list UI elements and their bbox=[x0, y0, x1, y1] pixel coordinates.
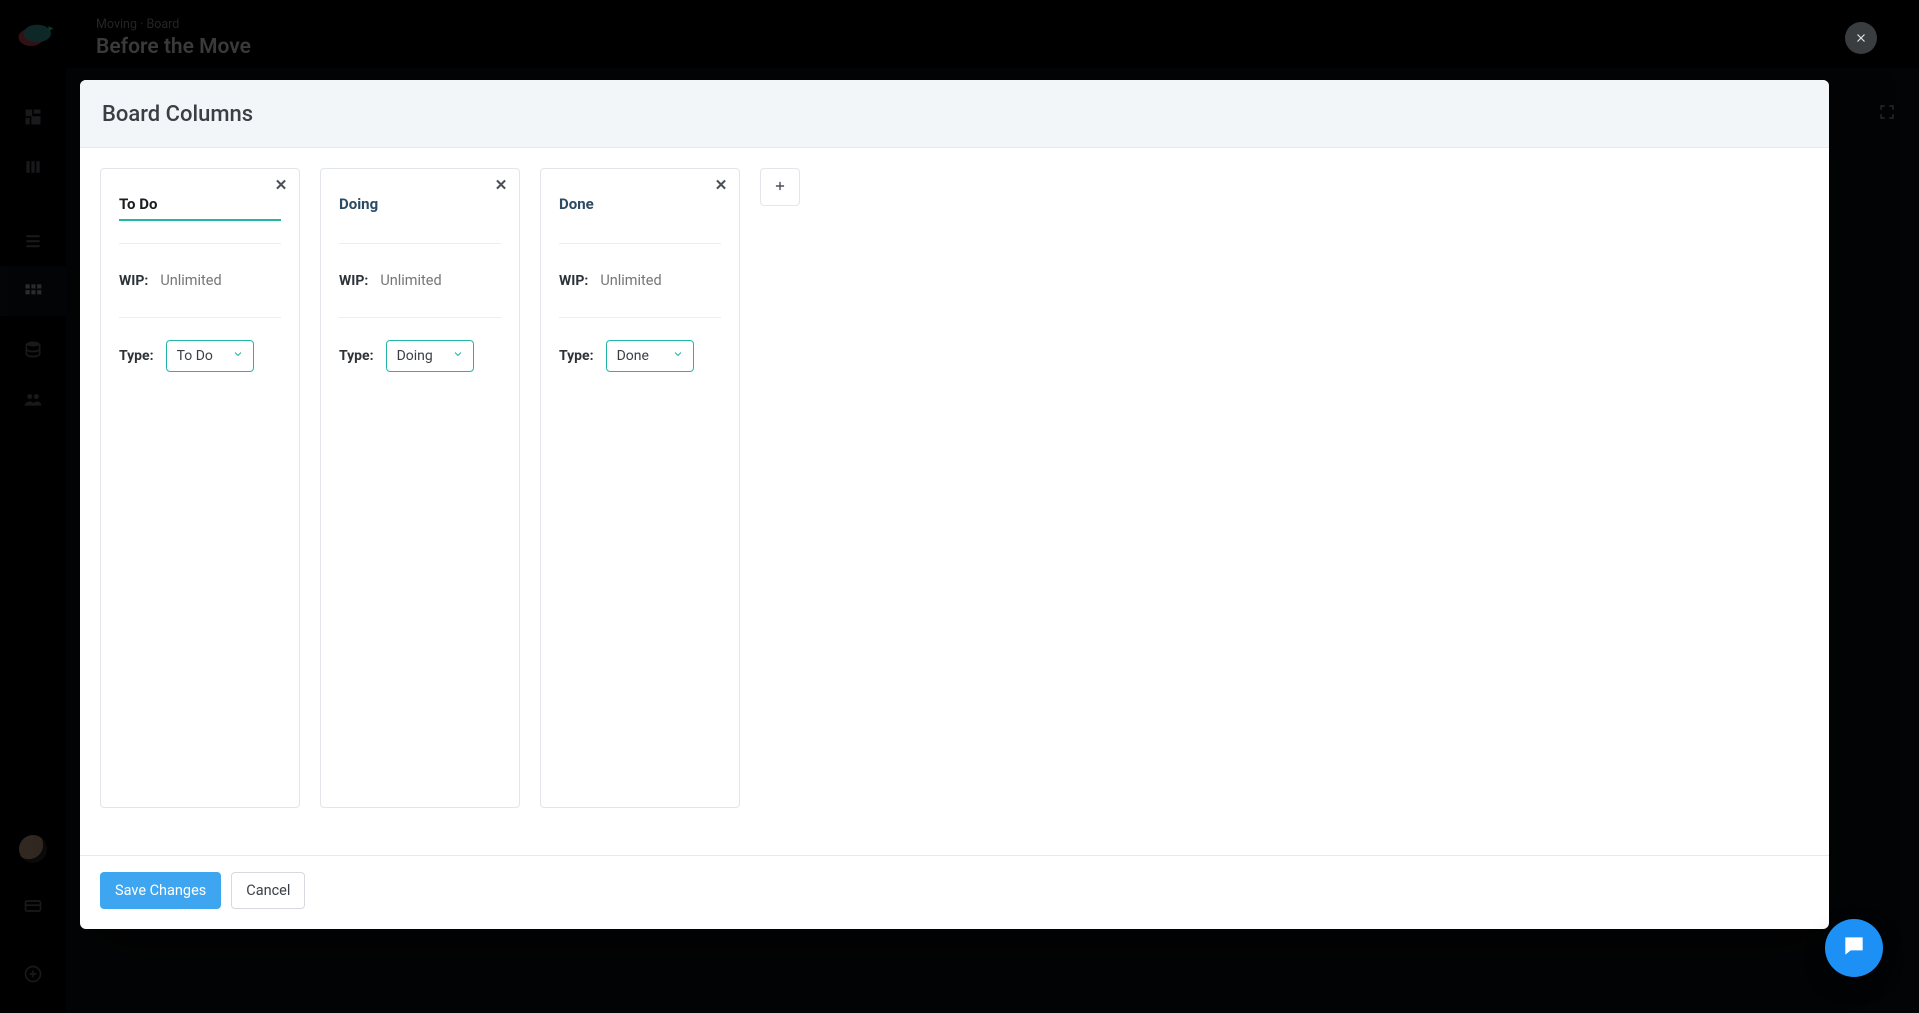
type-select-value: Doing bbox=[397, 348, 433, 364]
chevron-down-icon bbox=[452, 348, 464, 364]
column-type-select[interactable]: To Do bbox=[166, 340, 254, 372]
plus-icon bbox=[773, 178, 787, 197]
chat-icon bbox=[1841, 933, 1867, 963]
column-type-select[interactable]: Done bbox=[606, 340, 694, 372]
type-label: Type: bbox=[339, 348, 374, 364]
close-icon bbox=[1855, 29, 1867, 48]
wip-input[interactable] bbox=[600, 266, 700, 295]
wip-label: WIP: bbox=[119, 273, 148, 289]
type-label: Type: bbox=[559, 348, 594, 364]
remove-column-button[interactable]: ✕ bbox=[493, 177, 509, 193]
modal-title: Board Columns bbox=[80, 80, 1829, 148]
column-type-select[interactable]: Doing bbox=[386, 340, 474, 372]
remove-column-button[interactable]: ✕ bbox=[273, 177, 289, 193]
wip-label: WIP: bbox=[339, 273, 368, 289]
wip-label: WIP: bbox=[559, 273, 588, 289]
column-name-input[interactable] bbox=[559, 189, 721, 221]
wip-input[interactable] bbox=[160, 266, 260, 295]
modal-body: ✕ WIP: Type: To Do bbox=[80, 148, 1829, 855]
type-select-value: Done bbox=[617, 348, 649, 364]
type-select-value: To Do bbox=[177, 348, 213, 364]
chevron-down-icon bbox=[232, 348, 244, 364]
close-modal-button[interactable] bbox=[1845, 22, 1877, 54]
column-name-input[interactable] bbox=[119, 189, 281, 221]
type-label: Type: bbox=[119, 348, 154, 364]
wip-input[interactable] bbox=[380, 266, 480, 295]
column-name-input[interactable] bbox=[339, 189, 501, 221]
board-columns-modal: Board Columns ✕ WIP: Type: To Do bbox=[80, 80, 1829, 929]
cancel-button[interactable]: Cancel bbox=[231, 872, 305, 909]
chevron-down-icon bbox=[672, 348, 684, 364]
app-root: Moving · Board Before the Move bbox=[0, 0, 1919, 1013]
remove-column-button[interactable]: ✕ bbox=[713, 177, 729, 193]
add-column-button[interactable] bbox=[760, 168, 800, 206]
column-card: ✕ WIP: Type: Done bbox=[540, 168, 740, 808]
column-card: ✕ WIP: Type: To Do bbox=[100, 168, 300, 808]
column-card: ✕ WIP: Type: Doing bbox=[320, 168, 520, 808]
save-button[interactable]: Save Changes bbox=[100, 872, 221, 909]
chat-fab[interactable] bbox=[1825, 919, 1883, 977]
